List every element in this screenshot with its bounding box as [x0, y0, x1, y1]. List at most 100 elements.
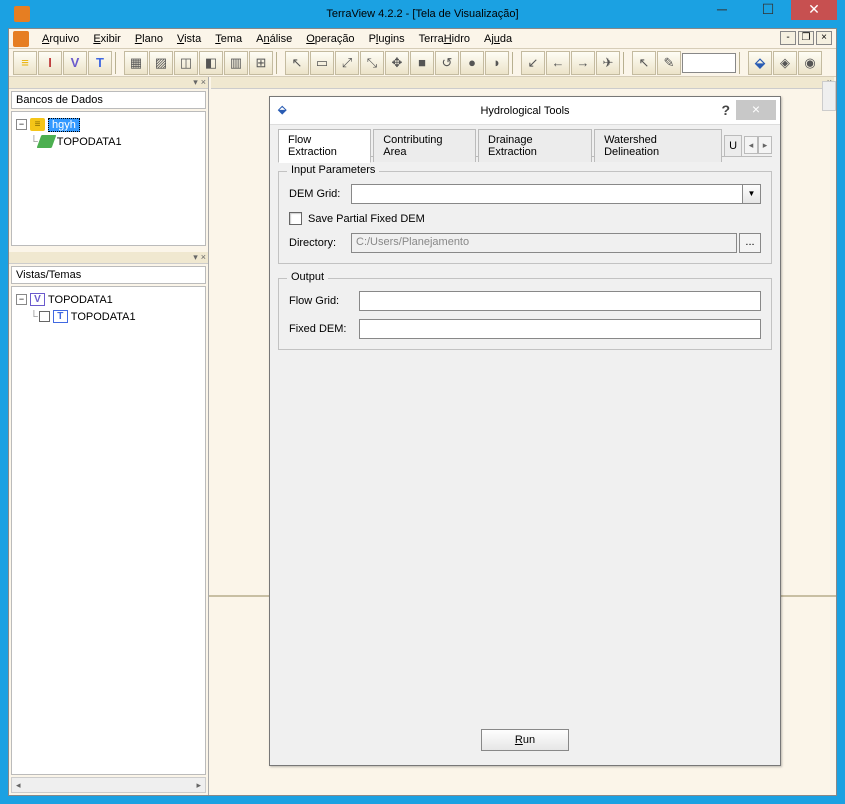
- menu-analise[interactable]: Análise: [249, 31, 299, 47]
- window-title: TerraView 4.2.2 - [Tela de Visualização]: [326, 8, 518, 20]
- horizontal-scrollbar[interactable]: ◂▸: [11, 777, 206, 793]
- zoom-out-icon[interactable]: ⤡: [360, 51, 384, 75]
- views-title: Vistas/Temas: [11, 266, 206, 284]
- tree-collapse-icon[interactable]: −: [16, 119, 27, 130]
- menu-bar: Arquivo Exibir Plano Vista Tema Análise …: [9, 29, 836, 49]
- output-legend: Output: [287, 271, 328, 283]
- databases-pane: ▾× Bancos de Dados − ≡ hgyh └ TOPODATA1: [9, 77, 208, 252]
- scale-input[interactable]: [682, 53, 736, 73]
- chevron-down-icon[interactable]: ▼: [743, 184, 761, 204]
- zoom-in-icon[interactable]: ⤢: [335, 51, 359, 75]
- databases-title: Bancos de Dados: [11, 91, 206, 109]
- info-icon[interactable]: I: [38, 51, 62, 75]
- theme-icon: T: [53, 310, 68, 323]
- tab-watershed-delineation[interactable]: Watershed Delineation: [594, 129, 722, 162]
- pan-icon[interactable]: ✥: [385, 51, 409, 75]
- menu-arquivo[interactable]: Arquivo: [35, 31, 86, 47]
- view-root-node[interactable]: TOPODATA1: [48, 294, 113, 306]
- database-icon[interactable]: ≡: [13, 51, 37, 75]
- circle-icon[interactable]: ●: [460, 51, 484, 75]
- db-child-node[interactable]: TOPODATA1: [57, 136, 122, 148]
- mdi-minimize-button[interactable]: -: [780, 31, 796, 45]
- database-icon: ≡: [30, 118, 45, 131]
- close-button[interactable]: ✕: [791, 0, 837, 20]
- cursor-icon[interactable]: ↖: [632, 51, 656, 75]
- view-icon: V: [30, 293, 45, 306]
- select-icon[interactable]: ▭: [310, 51, 334, 75]
- app-icon: [14, 6, 30, 22]
- view-icon[interactable]: V: [63, 51, 87, 75]
- tree-collapse-icon[interactable]: −: [16, 294, 27, 305]
- tool-icon-1[interactable]: ▦: [124, 51, 148, 75]
- pane-close-icon[interactable]: ×: [201, 253, 206, 262]
- theme-checkbox[interactable]: [39, 311, 50, 322]
- dialog-app-icon: ⬙: [278, 103, 292, 117]
- full-extent-icon[interactable]: ■: [410, 51, 434, 75]
- menu-exibir[interactable]: Exibir: [86, 31, 128, 47]
- view-child-node[interactable]: TOPODATA1: [71, 311, 136, 323]
- flow-grid-field[interactable]: [359, 291, 761, 311]
- browse-button[interactable]: ...: [739, 233, 761, 253]
- tool-icon-3[interactable]: ◫: [174, 51, 198, 75]
- menu-ajuda[interactable]: Ajuda: [477, 31, 519, 47]
- help-button[interactable]: ?: [721, 102, 730, 118]
- directory-field: C:/Users/Planejamento: [351, 233, 737, 253]
- plugin-icon-3[interactable]: ◉: [798, 51, 822, 75]
- dialog-titlebar[interactable]: ⬙ Hydrological Tools ? ×: [270, 97, 780, 125]
- tab-scroll-left-icon[interactable]: ◂: [744, 136, 758, 154]
- menu-plano[interactable]: Plano: [128, 31, 170, 47]
- maximize-button[interactable]: ☐: [745, 0, 791, 20]
- menu-vista[interactable]: Vista: [170, 31, 208, 47]
- measure-icon[interactable]: ↙: [521, 51, 545, 75]
- db-root-node[interactable]: hgyh: [48, 118, 80, 132]
- tool-icon-4[interactable]: ◧: [199, 51, 223, 75]
- fixed-dem-label: Fixed DEM:: [289, 323, 359, 335]
- tool-icon-2[interactable]: ▨: [149, 51, 173, 75]
- output-group: Output Flow Grid: Fixed DEM:: [278, 278, 772, 350]
- refresh-icon[interactable]: ↺: [435, 51, 459, 75]
- databases-tree[interactable]: − ≡ hgyh └ TOPODATA1: [11, 111, 206, 246]
- fixed-dem-field[interactable]: [359, 319, 761, 339]
- shape-icon[interactable]: ◗: [485, 51, 509, 75]
- pane-undock-icon[interactable]: ▾: [193, 253, 198, 262]
- tool-icon-6[interactable]: ⊞: [249, 51, 273, 75]
- tab-scroll-right-icon[interactable]: ▸: [758, 136, 772, 154]
- dialog-tabs: Flow Extraction Contributing Area Draina…: [278, 133, 772, 157]
- plugin-icon-2[interactable]: ◈: [773, 51, 797, 75]
- edit-icon[interactable]: ✎: [657, 51, 681, 75]
- run-button[interactable]: Run: [481, 729, 569, 751]
- menu-tema[interactable]: Tema: [208, 31, 249, 47]
- minimize-button[interactable]: ─: [699, 0, 745, 20]
- tool-icon-5[interactable]: ▥: [224, 51, 248, 75]
- dialog-close-button[interactable]: ×: [736, 100, 776, 120]
- menu-terrahidro[interactable]: TerraHidro: [412, 31, 477, 47]
- window-titlebar[interactable]: TerraView 4.2.2 - [Tela de Visualização]…: [8, 0, 837, 28]
- pane-close-icon[interactable]: ×: [201, 78, 206, 87]
- input-parameters-group: Input Parameters DEM Grid: ▼ Save Partia…: [278, 171, 772, 264]
- directory-label: Directory:: [289, 237, 351, 249]
- tab-more[interactable]: U: [724, 135, 742, 156]
- layer-icon: [36, 135, 56, 148]
- dem-grid-combo[interactable]: [351, 184, 743, 204]
- tab-drainage-extraction[interactable]: Drainage Extraction: [478, 129, 592, 162]
- next-icon[interactable]: →: [571, 51, 595, 75]
- dem-grid-label: DEM Grid:: [289, 188, 351, 200]
- save-partial-label[interactable]: Save Partial Fixed DEM: [308, 213, 425, 225]
- prev-icon[interactable]: ←: [546, 51, 570, 75]
- toolbar: ≡ I V T ▦ ▨ ◫ ◧ ▥ ⊞ ↖ ▭ ⤢ ⤡ ✥ ■ ↺ ● ◗ ↙ …: [9, 49, 836, 77]
- plugin-icon-1[interactable]: ⬙: [748, 51, 772, 75]
- mdi-close-button[interactable]: ×: [816, 31, 832, 45]
- tab-contributing-area[interactable]: Contributing Area: [373, 129, 476, 162]
- save-partial-checkbox[interactable]: [289, 212, 302, 225]
- pointer-icon[interactable]: ↖: [285, 51, 309, 75]
- fly-icon[interactable]: ✈: [596, 51, 620, 75]
- views-tree[interactable]: − V TOPODATA1 └ T TOPODATA1: [11, 286, 206, 775]
- pane-undock-icon[interactable]: ▾: [193, 78, 198, 87]
- input-legend: Input Parameters: [287, 164, 379, 176]
- menu-operacao[interactable]: Operação: [299, 31, 361, 47]
- vertical-scrollbar[interactable]: [822, 81, 836, 111]
- menu-plugins[interactable]: Plugins: [362, 31, 412, 47]
- mdi-restore-button[interactable]: ❐: [798, 31, 814, 45]
- tab-flow-extraction[interactable]: Flow Extraction: [278, 129, 371, 163]
- theme-icon[interactable]: T: [88, 51, 112, 75]
